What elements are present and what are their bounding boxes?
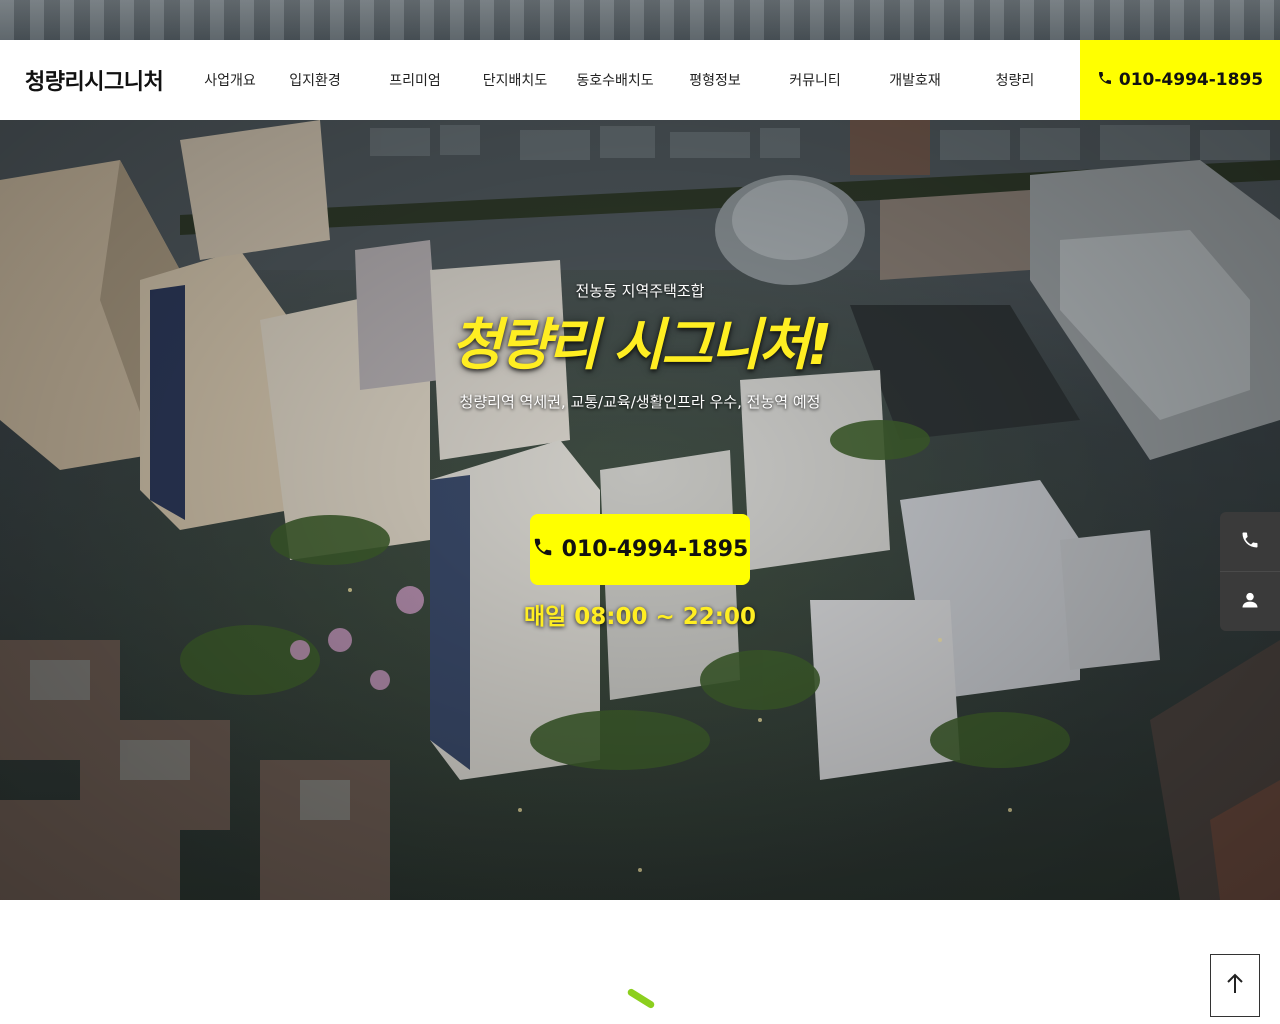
nav-item-unit-layout[interactable]: 동호수배치도 [565, 40, 665, 120]
hero-overlay [0, 120, 1280, 900]
loading-spinner-icon [626, 987, 656, 1010]
hero-aerial-image [0, 120, 1280, 900]
nav-item-development[interactable]: 개발호재 [865, 40, 965, 120]
arrow-up-icon [1226, 973, 1244, 999]
banner-image-top [0, 0, 1280, 40]
nav-item-location[interactable]: 입지환경 [265, 40, 365, 120]
nav-item-floor-plans[interactable]: 평형정보 [665, 40, 765, 120]
hero-title: 청량리 시그니처! [450, 313, 833, 378]
phone-icon [1097, 70, 1113, 91]
call-cta-button[interactable]: 010-4994-1895 [530, 514, 750, 585]
nav-item-premium[interactable]: 프리미엄 [365, 40, 465, 120]
phone-icon [532, 536, 554, 564]
side-call-button[interactable] [1220, 512, 1280, 571]
hero-description: 청량리역 역세권, 교통/교육/생활인프라 우수, 전농역 예정 [459, 393, 821, 411]
site-header: 청량리시그니처 사업개요 입지환경 프리미엄 단지배치도 동호수배치도 평형정보… [0, 40, 1280, 120]
nav-item-site-plan[interactable]: 단지배치도 [465, 40, 565, 120]
header-phone-button[interactable]: 010-4994-1895 [1080, 40, 1280, 120]
hero-subtitle: 전농동 지역주택조합 [575, 282, 705, 300]
side-contact-button[interactable] [1220, 571, 1280, 631]
side-quick-menu [1220, 512, 1280, 631]
nav-item-cheongnyangni[interactable]: 청량리 [965, 40, 1065, 120]
header-phone-number: 010-4994-1895 [1118, 70, 1264, 90]
business-hours: 매일 08:00 ~ 22:00 [523, 604, 757, 630]
site-logo[interactable]: 청량리시그니처 [0, 64, 195, 96]
person-icon [1240, 590, 1260, 614]
cta-phone-number: 010-4994-1895 [561, 537, 749, 562]
phone-icon [1240, 530, 1260, 554]
main-nav: 사업개요 입지환경 프리미엄 단지배치도 동호수배치도 평형정보 커뮤니티 개발… [195, 40, 1065, 120]
scroll-top-button[interactable] [1210, 954, 1260, 1017]
nav-item-overview[interactable]: 사업개요 [195, 40, 265, 120]
nav-item-community[interactable]: 커뮤니티 [765, 40, 865, 120]
